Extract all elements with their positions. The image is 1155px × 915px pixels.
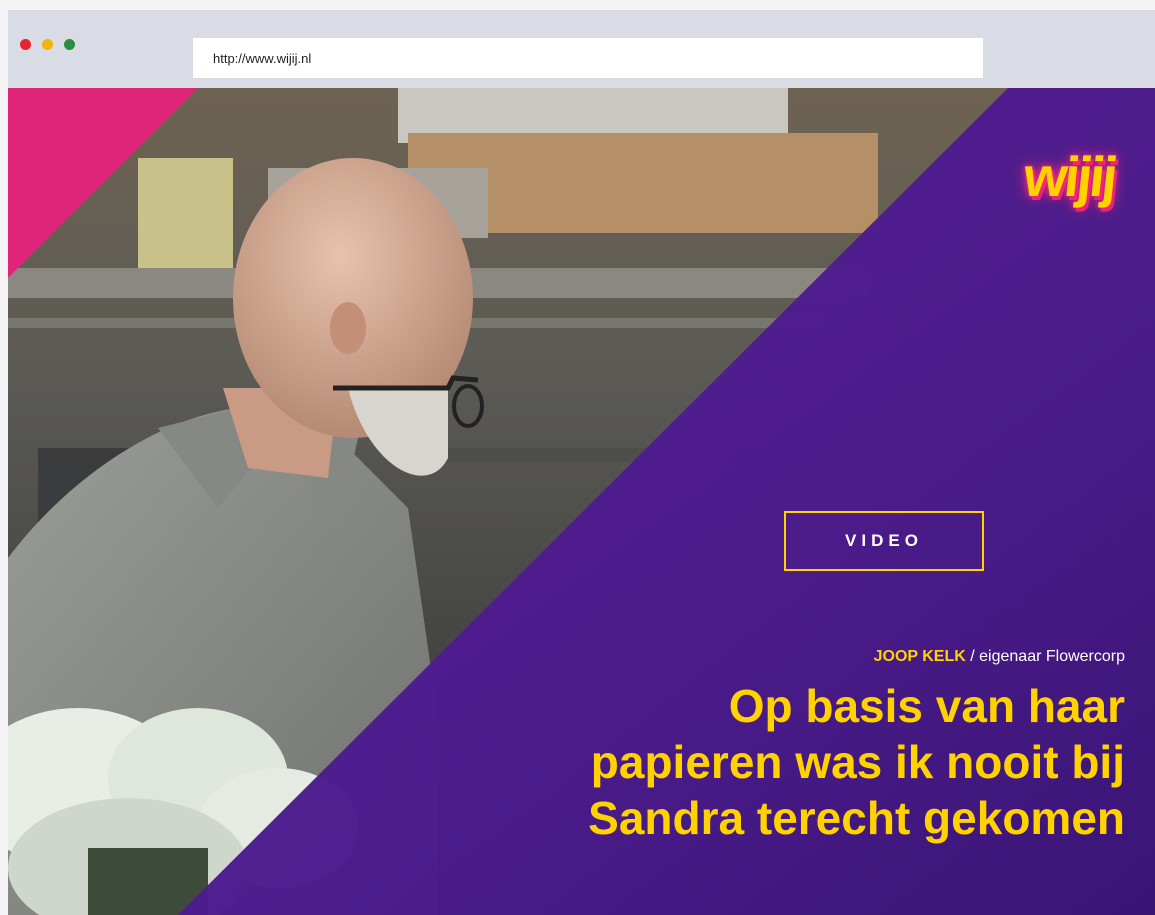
byline-separator: /	[965, 648, 980, 665]
video-button[interactable]: VIDEO	[784, 511, 984, 571]
byline-name: JOOP KELK	[873, 648, 966, 665]
close-window-dot[interactable]	[20, 39, 31, 50]
minimize-window-dot[interactable]	[42, 39, 53, 50]
headline-line: Op basis van haar	[728, 680, 1125, 732]
headline-line: Sandra terecht gekomen	[588, 792, 1125, 844]
address-bar-url: http://www.wijij.nl	[213, 50, 312, 66]
byline-role: eigenaar Flowercorp	[979, 648, 1125, 665]
byline: JOOP KELK / eigenaar Flowercorp	[874, 648, 1125, 666]
address-bar[interactable]: http://www.wijij.nl	[193, 38, 983, 78]
wijij-logo[interactable]: wijij	[1021, 144, 1119, 209]
maximize-window-dot[interactable]	[64, 39, 75, 50]
hero-banner: wijij VIDEO JOOP KELK / eigenaar Flowerc…	[8, 88, 1155, 915]
magenta-corner-triangle	[8, 88, 198, 278]
browser-chrome: http://www.wijij.nl	[8, 10, 1155, 88]
headline-line: papieren was ik nooit bij	[590, 736, 1125, 788]
headline[interactable]: Op basis van haar papieren was ik nooit …	[365, 678, 1125, 846]
